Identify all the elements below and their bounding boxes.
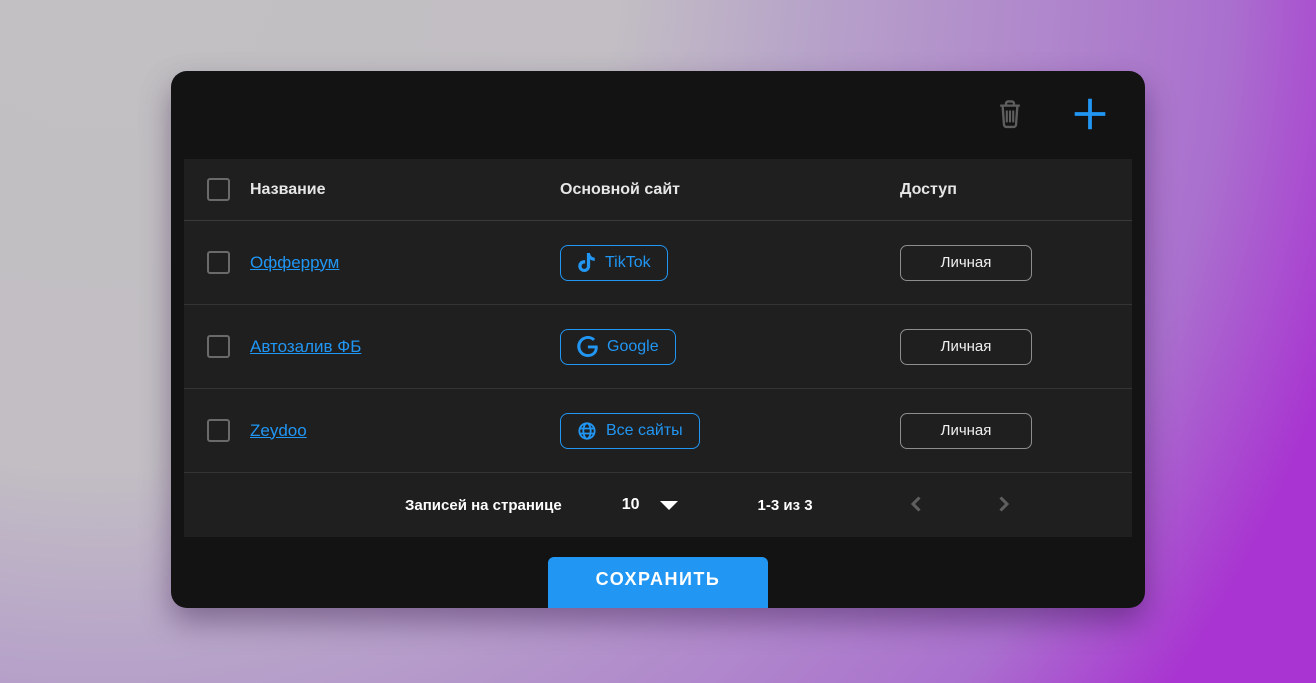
- account-name-link[interactable]: Zeydoo: [250, 421, 307, 440]
- chevron-right-icon: [991, 492, 1015, 519]
- rows-per-page-value: 10: [622, 496, 640, 514]
- plus-icon: [1071, 95, 1109, 136]
- select-all-checkbox[interactable]: [207, 178, 230, 201]
- modal-toolbar: [171, 71, 1145, 159]
- accounts-modal: Название Основной сайт Доступ Офферрум T…: [171, 71, 1145, 608]
- site-chip[interactable]: Google: [560, 329, 676, 365]
- column-header-site: Основной сайт: [560, 181, 900, 199]
- table-row: Автозалив ФБ Google Личная: [184, 305, 1132, 389]
- previous-page-button[interactable]: [905, 492, 929, 519]
- tiktok-icon: [577, 253, 596, 272]
- row-checkbox[interactable]: [207, 335, 230, 358]
- pagination-range: 1-3 из 3: [758, 497, 813, 514]
- row-checkbox[interactable]: [207, 251, 230, 274]
- globe-icon: [577, 421, 597, 441]
- site-chip[interactable]: Все сайты: [560, 413, 700, 449]
- column-header-name: Название: [250, 181, 560, 199]
- site-chip[interactable]: TikTok: [560, 245, 668, 281]
- site-chip-label: Google: [607, 338, 659, 356]
- access-button[interactable]: Личная: [900, 329, 1032, 365]
- table-row: Офферрум TikTok Личная: [184, 221, 1132, 305]
- table-header-row: Название Основной сайт Доступ: [184, 159, 1132, 221]
- google-icon: [577, 336, 598, 357]
- add-button[interactable]: [1071, 95, 1109, 136]
- site-chip-label: Все сайты: [606, 422, 683, 440]
- table-row: Zeydoo Все сайты Личная: [184, 389, 1132, 473]
- account-name-link[interactable]: Автозалив ФБ: [250, 337, 361, 356]
- chevron-left-icon: [905, 492, 929, 519]
- delete-button[interactable]: [995, 98, 1025, 133]
- column-header-access: Доступ: [900, 181, 1132, 199]
- trash-icon: [995, 98, 1025, 133]
- accounts-table: Название Основной сайт Доступ Офферрум T…: [184, 159, 1132, 537]
- account-name-link[interactable]: Офферрум: [250, 253, 339, 272]
- access-button[interactable]: Личная: [900, 413, 1032, 449]
- next-page-button[interactable]: [991, 492, 1015, 519]
- save-button[interactable]: СОХРАНИТЬ: [548, 557, 768, 608]
- row-checkbox[interactable]: [207, 419, 230, 442]
- rows-per-page-label: Записей на странице: [405, 497, 562, 514]
- chevron-down-icon: [660, 501, 678, 510]
- rows-per-page-select[interactable]: 10: [622, 496, 678, 514]
- pagination-bar: Записей на странице 10 1-3 из 3: [184, 473, 1132, 537]
- site-chip-label: TikTok: [605, 254, 651, 272]
- access-button[interactable]: Личная: [900, 245, 1032, 281]
